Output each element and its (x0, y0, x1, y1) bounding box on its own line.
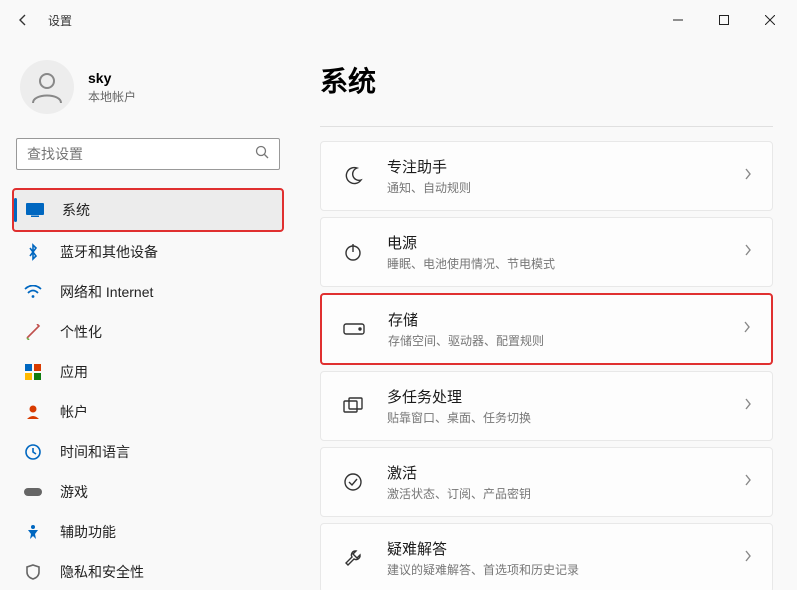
nav-label: 网络和 Internet (60, 282, 153, 302)
card-title: 电源 (387, 232, 744, 253)
nav-label: 隐私和安全性 (60, 562, 144, 582)
sidebar-item-system[interactable]: 系统 (12, 188, 284, 232)
nav-label: 时间和语言 (60, 442, 130, 462)
person-icon (27, 67, 67, 107)
content-area: 系统 专注助手通知、自动规则 电源睡眠、电池使用情况、节电模式 存储存储空间、驱… (296, 40, 797, 590)
card-title: 专注助手 (387, 156, 744, 177)
card-sub: 通知、自动规则 (387, 179, 744, 196)
window-title: 设置 (48, 12, 72, 29)
sidebar-item-bluetooth[interactable]: 蓝牙和其他设备 (12, 232, 284, 272)
account-icon (24, 403, 42, 421)
moon-icon (341, 164, 365, 188)
card-title: 疑难解答 (387, 538, 744, 559)
accessibility-icon (24, 523, 42, 541)
power-icon (341, 240, 365, 264)
nav-list: 系统 蓝牙和其他设备 网络和 Internet 个性化 应用 帐户 (12, 188, 284, 590)
sidebar-item-personalize[interactable]: 个性化 (12, 312, 284, 352)
nav-label: 游戏 (60, 482, 88, 502)
card-sub: 建议的疑难解答、首选项和历史记录 (387, 561, 744, 578)
sidebar-item-privacy[interactable]: 隐私和安全性 (12, 552, 284, 590)
chevron-right-icon (744, 473, 752, 492)
titlebar: 设置 (0, 0, 797, 40)
card-multitask[interactable]: 多任务处理贴靠窗口、桌面、任务切换 (320, 371, 773, 441)
back-button[interactable] (4, 0, 44, 40)
sidebar-item-time[interactable]: 时间和语言 (12, 432, 284, 472)
card-sub: 贴靠窗口、桌面、任务切换 (387, 409, 744, 426)
apps-icon (24, 363, 42, 381)
shield-icon (24, 563, 42, 581)
avatar (20, 60, 74, 114)
search-input[interactable] (17, 146, 245, 162)
user-block[interactable]: sky 本地帐户 (12, 50, 284, 138)
system-icon (26, 201, 44, 219)
card-title: 激活 (387, 462, 744, 483)
storage-icon (342, 317, 366, 341)
user-name: sky (88, 70, 136, 86)
brush-icon (24, 323, 42, 341)
card-sub: 睡眠、电池使用情况、节电模式 (387, 255, 744, 272)
sidebar: sky 本地帐户 系统 蓝牙和其他设备 网络和 Internet (0, 40, 296, 590)
check-icon (341, 470, 365, 494)
window-controls (655, 4, 793, 36)
nav-label: 应用 (60, 362, 88, 382)
search-box[interactable] (16, 138, 280, 170)
card-power[interactable]: 电源睡眠、电池使用情况、节电模式 (320, 217, 773, 287)
card-sub: 存储空间、驱动器、配置规则 (388, 332, 743, 349)
sidebar-item-accessibility[interactable]: 辅助功能 (12, 512, 284, 552)
bluetooth-icon (24, 243, 42, 261)
clock-icon (24, 443, 42, 461)
chevron-right-icon (744, 397, 752, 416)
chevron-right-icon (744, 167, 752, 186)
card-title: 存储 (388, 309, 743, 330)
card-sub: 激活状态、订阅、产品密钥 (387, 485, 744, 502)
chevron-right-icon (744, 549, 752, 568)
nav-label: 个性化 (60, 322, 102, 342)
chevron-right-icon (743, 320, 751, 339)
wrench-icon (341, 546, 365, 570)
card-focus-assist[interactable]: 专注助手通知、自动规则 (320, 141, 773, 211)
arrow-left-icon (16, 12, 32, 28)
card-storage[interactable]: 存储存储空间、驱动器、配置规则 (320, 293, 773, 365)
page-title: 系统 (320, 60, 773, 100)
sidebar-item-network[interactable]: 网络和 Internet (12, 272, 284, 312)
multitask-icon (341, 394, 365, 418)
nav-label: 帐户 (60, 402, 88, 422)
nav-label: 蓝牙和其他设备 (60, 242, 158, 262)
maximize-icon (719, 15, 729, 25)
search-icon (245, 145, 279, 164)
user-sub: 本地帐户 (88, 88, 136, 105)
maximize-button[interactable] (701, 4, 747, 36)
nav-label: 系统 (62, 200, 90, 220)
gaming-icon (24, 483, 42, 501)
wifi-icon (24, 283, 42, 301)
nav-label: 辅助功能 (60, 522, 116, 542)
close-icon (765, 15, 775, 25)
minimize-button[interactable] (655, 4, 701, 36)
minimize-icon (673, 15, 683, 25)
sidebar-item-gaming[interactable]: 游戏 (12, 472, 284, 512)
close-button[interactable] (747, 4, 793, 36)
sidebar-item-apps[interactable]: 应用 (12, 352, 284, 392)
divider (320, 126, 773, 127)
card-troubleshoot[interactable]: 疑难解答建议的疑难解答、首选项和历史记录 (320, 523, 773, 590)
chevron-right-icon (744, 243, 752, 262)
card-title: 多任务处理 (387, 386, 744, 407)
sidebar-item-accounts[interactable]: 帐户 (12, 392, 284, 432)
card-activation[interactable]: 激活激活状态、订阅、产品密钥 (320, 447, 773, 517)
